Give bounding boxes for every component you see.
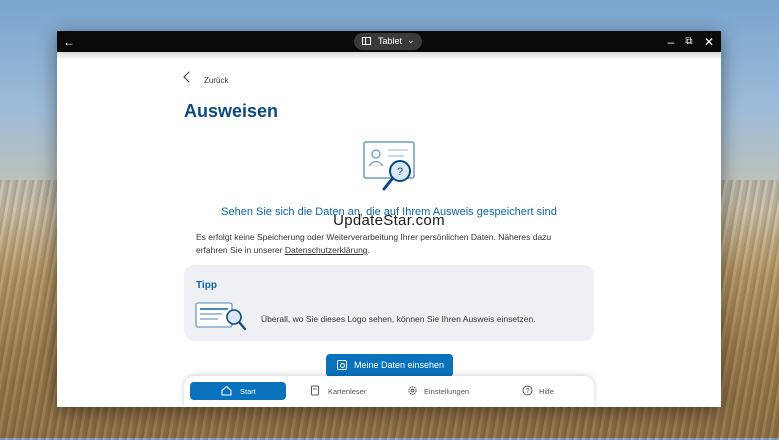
id-card-magnifier-icon: ? [363, 141, 415, 191]
card-reader-icon [311, 385, 319, 396]
nav-label-kartenleser: Kartenleser [328, 387, 367, 396]
minimize-button[interactable]: – [663, 34, 679, 50]
home-icon [221, 385, 232, 396]
header-shadow [57, 52, 721, 60]
tablet-mode-dropdown[interactable]: Tablet ⌄ [354, 33, 422, 50]
nav-item-hilfe[interactable]: ? Hilfe [520, 382, 580, 400]
description-line-1: Es erfolgt keine Speicherung oder Weiter… [196, 232, 552, 242]
back-label: Zurück [204, 76, 229, 85]
nav-label-start: Start [240, 387, 256, 396]
chevron-left-icon [183, 71, 195, 83]
id-card-icon [337, 360, 347, 370]
tip-text: Überall, wo Sie dieses Logo sehen, könne… [261, 314, 536, 324]
privacy-policy-link[interactable]: Datenschutzerklärung [285, 245, 368, 255]
svg-text:?: ? [397, 166, 403, 178]
watermark: UpdateStar.com [333, 212, 445, 229]
tip-card: Tipp Überall, wo Sie dieses Logo sehen, … [184, 265, 594, 341]
nav-label-hilfe: Hilfe [539, 387, 555, 396]
description: Es erfolgt keine Speicherung oder Weiter… [196, 231, 596, 257]
bottom-navigation: Start Kartenleser Einstellungen ? Hilfe [184, 376, 594, 407]
app-window: ← Tablet ⌄ – ⧉ ✕ Zurück Ausweisen ? Sehe… [57, 31, 721, 407]
tablet-icon [362, 37, 371, 45]
view-my-data-label: Meine Daten einsehen [354, 360, 445, 370]
nav-item-kartenleser[interactable]: Kartenleser [304, 382, 394, 400]
close-button[interactable]: ✕ [701, 34, 717, 50]
view-my-data-button[interactable]: Meine Daten einsehen [326, 354, 453, 377]
tip-heading: Tipp [196, 280, 217, 291]
nav-item-einstellungen[interactable]: Einstellungen [404, 382, 494, 400]
nav-label-einstellungen: Einstellungen [424, 387, 470, 396]
tablet-mode-label: Tablet [378, 36, 403, 46]
maximize-button[interactable]: ⧉ [681, 34, 697, 50]
help-icon: ? [522, 385, 533, 396]
chevron-down-icon: ⌄ [407, 35, 415, 45]
title-bar: ← Tablet ⌄ – ⧉ ✕ [57, 31, 721, 52]
description-end: . [367, 245, 370, 255]
svg-text:?: ? [526, 388, 530, 395]
eid-logo-icon [195, 302, 247, 331]
description-line-2: erfahren Sie in unserer [196, 245, 283, 255]
back-arrow-icon[interactable]: ← [61, 34, 77, 50]
page-title: Ausweisen [184, 101, 279, 121]
nav-item-start[interactable]: Start [190, 382, 286, 400]
gear-icon [408, 386, 417, 395]
